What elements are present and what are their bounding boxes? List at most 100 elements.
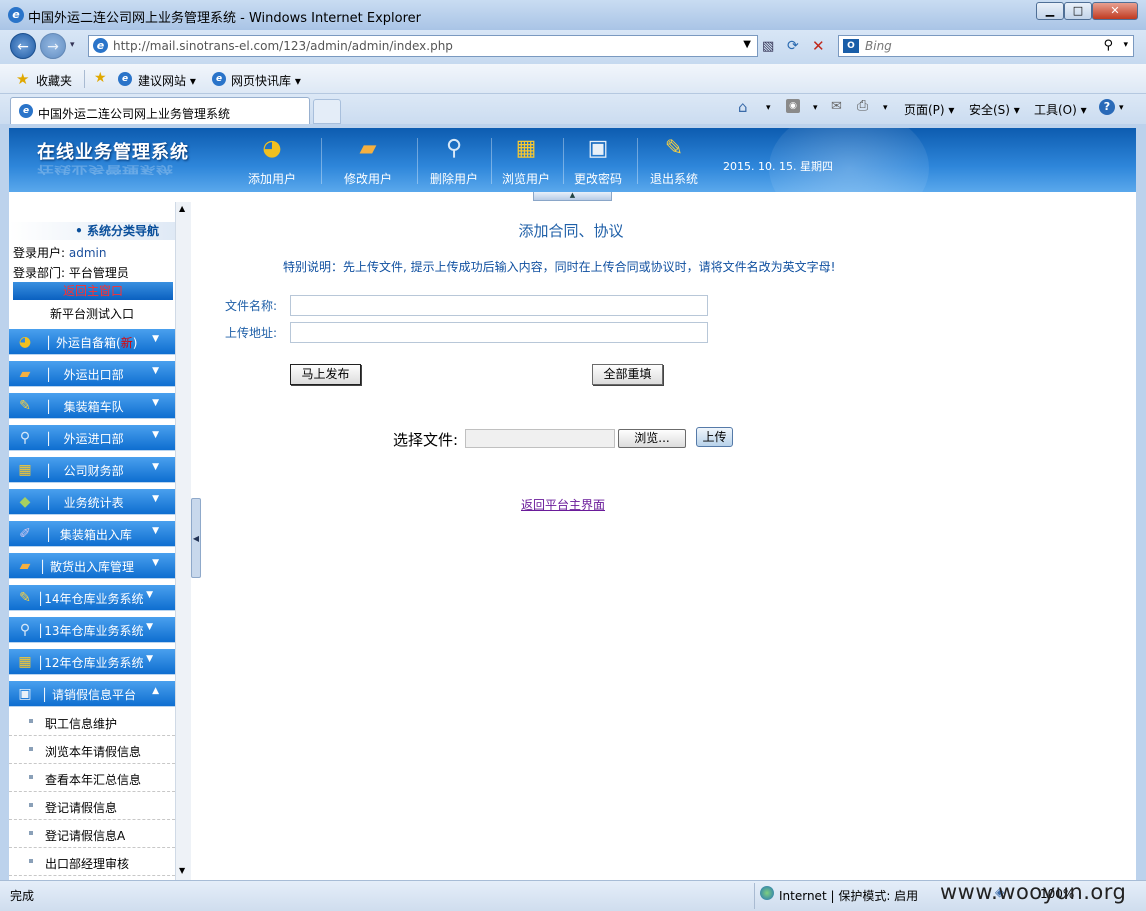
bullet — [29, 859, 33, 863]
menu-statistics[interactable]: ◆ │ 业务统计表 ▼ — [9, 489, 175, 515]
back-button[interactable]: ← — [10, 33, 36, 59]
menu-warehouse-13[interactable]: ⚲ │13年仓库业务系统 ▼ — [9, 617, 175, 643]
menu-container-box[interactable]: ◕ │ 外运自备箱(新) ▼ — [9, 329, 175, 355]
mail-icon[interactable]: ✉ — [831, 99, 842, 114]
divider — [417, 138, 418, 184]
menu-leave-platform[interactable]: ▣ │ 请销假信息平台 ▲ — [9, 681, 175, 707]
menu-export-dept[interactable]: ▰ │ 外运出口部 ▼ — [9, 361, 175, 387]
chevron-down-icon: ▼ — [152, 558, 159, 568]
upload-address-label: 上传地址: — [225, 326, 278, 340]
subitem-manager-review[interactable]: 出口部经理审核 — [9, 848, 175, 876]
safety-menu[interactable]: 安全(S) ▾ — [969, 101, 1020, 118]
books-icon: ▰ — [359, 136, 377, 161]
minimize-button[interactable]: ▁ — [1036, 2, 1064, 20]
feeds-icon[interactable]: ◉ — [786, 99, 800, 113]
menu-label-suffix: ) — [132, 336, 138, 350]
browse-user-button[interactable]: ▦ 浏览用户 — [491, 134, 561, 187]
menu-container-fleet[interactable]: ✎ │ 集装箱车队 ▼ — [9, 393, 175, 419]
subitem-summary[interactable]: 查看本年汇总信息 — [9, 764, 175, 792]
file-path-input[interactable] — [465, 429, 615, 448]
file-name-input[interactable] — [290, 295, 708, 316]
menu-label-text: 公司财务部 — [63, 464, 124, 478]
address-bar[interactable]: e http://mail.sinotrans-el.com/123/admin… — [88, 35, 758, 57]
divider — [321, 138, 322, 184]
back-main-window-link[interactable]: 返回主窗口 — [13, 282, 173, 300]
sidebar-scrollbar[interactable]: ▲ ▼ — [175, 202, 191, 880]
address-dropdown-icon[interactable]: ▼ — [743, 39, 751, 50]
search-dropdown-icon[interactable]: ▾ — [1123, 40, 1128, 50]
upload-address-input[interactable] — [290, 322, 708, 343]
tab-title: 中国外运二连公司网上业务管理系统 — [38, 107, 231, 121]
modify-user-button[interactable]: ▰ 修改用户 — [333, 134, 403, 187]
add-favorite-icon[interactable]: ★ — [94, 70, 107, 86]
subitem-register-leave-a[interactable]: 登记请假信息A — [9, 820, 175, 848]
menu-finance[interactable]: ▦ │ 公司财务部 ▼ — [9, 457, 175, 483]
note-icon: ✎ — [19, 590, 31, 606]
change-password-button[interactable]: ▣ 更改密码 — [563, 134, 633, 187]
chart-icon: ◆ — [19, 494, 31, 510]
collapse-banner-button[interactable]: ▲ — [533, 192, 612, 201]
choose-file-label: 选择文件: — [393, 431, 459, 449]
maximize-button[interactable]: □ — [1064, 2, 1092, 20]
favorites-button[interactable]: 收藏夹 — [36, 72, 72, 89]
new-platform-link[interactable]: 新平台测试入口 — [9, 305, 175, 322]
subitem-register-leave[interactable]: 登记请假信息 — [9, 792, 175, 820]
browse-user-label: 浏览用户 — [501, 172, 550, 186]
system-name-reflection: 在线业务管理系统 — [37, 163, 173, 175]
login-dept-value: 平台管理员 — [68, 266, 129, 280]
home-icon[interactable]: ⌂ — [738, 98, 748, 116]
publish-button[interactable]: 马上发布 — [290, 364, 361, 385]
chevron-down-icon: ▼ — [146, 590, 153, 600]
web-slice-link[interactable]: 网页快讯库 ▾ — [231, 72, 301, 89]
suggested-sites-link[interactable]: 建议网站 ▾ — [138, 72, 196, 89]
cubes-icon: ▦ — [515, 136, 537, 161]
upload-button[interactable]: 上传 — [696, 427, 733, 447]
page-menu[interactable]: 页面(P) ▾ — [904, 101, 954, 118]
sidebar-toggle[interactable]: ◀ — [191, 498, 201, 578]
page-icon: e — [93, 38, 108, 53]
compat-view-icon[interactable]: ▧ — [762, 39, 774, 54]
menu-label-text: 14年仓库业务系统 — [44, 592, 144, 606]
feeds-dropdown-icon[interactable]: ▾ — [813, 103, 818, 113]
forward-button[interactable]: → — [40, 33, 66, 59]
search-box[interactable]: O Bing ⚲ ▾ — [838, 35, 1134, 57]
history-dropdown-icon[interactable]: ▾ — [70, 40, 75, 50]
browse-button[interactable]: 浏览... — [618, 429, 686, 448]
close-window-button[interactable]: ✕ — [1092, 2, 1138, 20]
search-icon[interactable]: ⚲ — [1103, 38, 1113, 53]
subitem-label: 出口部经理审核 — [45, 857, 130, 871]
menu-warehouse-12[interactable]: ▦ │12年仓库业务系统 ▼ — [9, 649, 175, 675]
menu-label-text: 业务统计表 — [63, 496, 124, 510]
add-user-button[interactable]: ◕ 添加用户 — [237, 134, 307, 187]
menu-import-dept[interactable]: ⚲ │ 外运进口部 ▼ — [9, 425, 175, 451]
new-tab-button[interactable] — [313, 99, 341, 124]
subitem-staff-info[interactable]: 职工信息维护 — [9, 708, 175, 736]
scroll-up-icon[interactable]: ▲ — [179, 204, 185, 213]
stop-icon[interactable]: ✕ — [812, 37, 825, 55]
print-dropdown-icon[interactable]: ▾ — [883, 103, 888, 113]
chevron-down-icon: ▼ — [152, 430, 159, 440]
tab-current[interactable]: e 中国外运二连公司网上业务管理系统 — [10, 97, 310, 124]
help-dropdown-icon[interactable]: ▾ — [1119, 103, 1124, 113]
reset-button[interactable]: 全部重填 — [592, 364, 663, 385]
return-platform-link[interactable]: 返回平台主界面 — [521, 496, 605, 513]
print-icon[interactable]: ⎙ — [857, 98, 868, 114]
menu-container-inout[interactable]: ✐ │ 集装箱出入库 ▼ — [9, 521, 175, 547]
menu-label-text: 集装箱车队 — [63, 400, 124, 414]
menu-label: │13年仓库业务系统 — [37, 624, 144, 638]
help-icon[interactable]: ? — [1099, 99, 1115, 115]
subitem-label: 登记请假信息A — [45, 829, 126, 843]
logout-button[interactable]: ✎ 退出系统 — [639, 134, 709, 187]
box-icon: ◕ — [18, 334, 32, 350]
menu-warehouse-14[interactable]: ✎ │14年仓库业务系统 ▼ — [9, 585, 175, 611]
login-dept: 登录部门: 平台管理员 — [13, 264, 129, 281]
scroll-down-icon[interactable]: ▼ — [179, 866, 185, 875]
books-icon: ▰ — [19, 366, 31, 382]
tools-menu[interactable]: 工具(O) ▾ — [1034, 101, 1087, 118]
subitem-browse-leave[interactable]: 浏览本年请假信息 — [9, 736, 175, 764]
menu-bulk-cargo[interactable]: ▰ │ 散货出入库管理 ▼ — [9, 553, 175, 579]
home-dropdown-icon[interactable]: ▾ — [766, 103, 771, 113]
delete-user-button[interactable]: ⚲ 删除用户 — [419, 134, 489, 187]
refresh-icon[interactable]: ⟳ — [787, 38, 799, 54]
security-zone[interactable]: Internet | 保护模式: 启用 — [779, 887, 918, 904]
